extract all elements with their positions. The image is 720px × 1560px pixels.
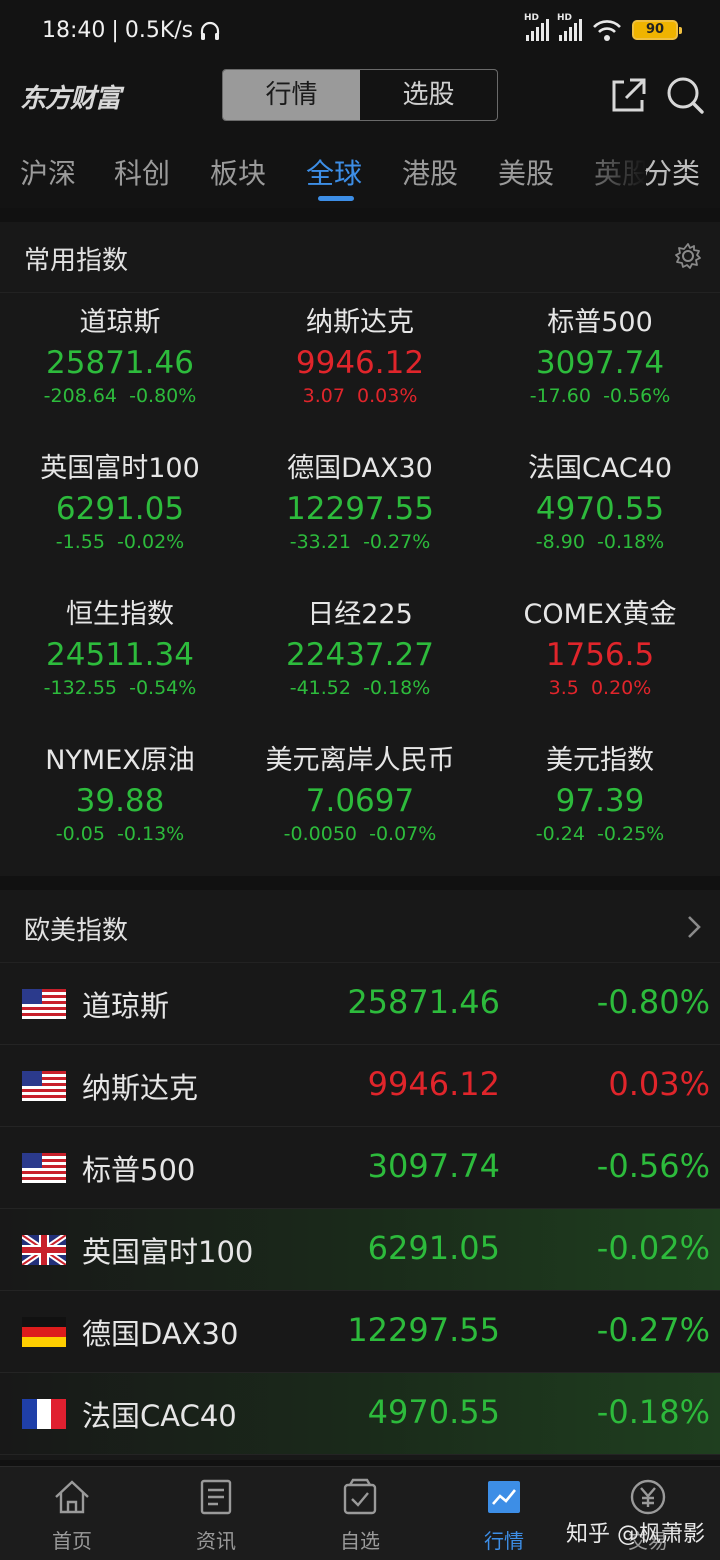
- list-item-sp500[interactable]: 标普500 3097.74 -0.56%: [0, 1127, 720, 1209]
- nav-watchlist[interactable]: 自选: [310, 1477, 410, 1554]
- nav-news[interactable]: 资讯: [166, 1477, 266, 1554]
- us-flag-icon: [22, 989, 66, 1019]
- network-speed: 0.5K/s: [124, 18, 194, 43]
- tab-sector[interactable]: 板块: [210, 152, 266, 192]
- segment-market[interactable]: 行情: [223, 70, 360, 120]
- nav-market[interactable]: 行情: [454, 1477, 554, 1554]
- uk-flag-icon: [22, 1235, 66, 1265]
- watchlist-icon: [343, 1478, 377, 1515]
- us-flag-icon: [22, 1153, 66, 1183]
- headphone-icon: [201, 21, 220, 40]
- index-card-ftse100[interactable]: 英国富时100 6291.05 -1.55 -0.02%: [0, 452, 240, 554]
- tab-us-stocks[interactable]: 美股: [498, 152, 554, 192]
- list-item-nasdaq[interactable]: 纳斯达克 9946.12 0.03%: [0, 1045, 720, 1127]
- index-card-nikkei225[interactable]: 日经225 22437.27 -41.52 -0.18%: [240, 598, 480, 700]
- gear-icon[interactable]: [674, 242, 702, 270]
- market-icon: [488, 1481, 520, 1513]
- watermark: 知乎 @枫萧影: [566, 1522, 705, 1547]
- search-icon[interactable]: [664, 74, 706, 116]
- tab-active-indicator: [318, 196, 354, 201]
- list-item-ftse100[interactable]: 英国富时100 6291.05 -0.02%: [0, 1209, 720, 1291]
- news-icon: [200, 1479, 232, 1515]
- index-card-dow[interactable]: 道琼斯 25871.46 -208.64 -0.80%: [0, 306, 240, 408]
- list-item-dax30[interactable]: 德国DAX30 12297.55 -0.27%: [0, 1291, 720, 1373]
- index-card-dax30[interactable]: 德国DAX30 12297.55 -33.21 -0.27%: [240, 452, 480, 554]
- western-indices-card: 欧美指数 道琼斯 25871.46 -0.80% 纳斯达克 9946.12 0.…: [0, 890, 720, 1460]
- app-logo: 东方财富: [20, 84, 121, 114]
- segment-stock-picker[interactable]: 选股: [360, 70, 497, 120]
- home-icon: [55, 1480, 89, 1514]
- index-card-cac40[interactable]: 法国CAC40 4970.55 -8.90 -0.18%: [480, 452, 720, 554]
- status-bar: 18:40 | 0.5K/s HD HD 90: [0, 0, 720, 66]
- index-card-nasdaq[interactable]: 纳斯达克 9946.12 3.07 0.03%: [240, 306, 480, 408]
- tab-category[interactable]: 分类: [644, 152, 700, 192]
- tab-global[interactable]: 全球: [306, 152, 362, 192]
- germany-flag-icon: [22, 1317, 66, 1347]
- index-card-comex-gold[interactable]: COMEX黄金 1756.5 3.5 0.20%: [480, 598, 720, 700]
- status-time: 18:40: [42, 18, 106, 43]
- list-item-dow[interactable]: 道琼斯 25871.46 -0.80%: [0, 963, 720, 1045]
- index-card-hangseng[interactable]: 恒生指数 24511.34 -132.55 -0.54%: [0, 598, 240, 700]
- market-tabs: 沪深 科创 板块 全球 港股 美股 英股 分类: [0, 132, 720, 208]
- top-segment: 行情 选股: [222, 69, 498, 121]
- index-card-dollar-index[interactable]: 美元指数 97.39 -0.24 -0.25%: [480, 744, 720, 846]
- chevron-right-icon[interactable]: [684, 914, 704, 940]
- tab-hushen[interactable]: 沪深: [20, 152, 76, 192]
- app-header: 东方财富 行情 选股: [0, 66, 720, 132]
- list-item-cac40[interactable]: 法国CAC40 4970.55 -0.18%: [0, 1373, 720, 1455]
- common-indices-title: 常用指数: [24, 246, 129, 276]
- us-flag-icon: [22, 1071, 66, 1101]
- index-card-nymex-oil[interactable]: NYMEX原油 39.88 -0.05 -0.13%: [0, 744, 240, 846]
- tab-hk-stocks[interactable]: 港股: [402, 152, 458, 192]
- tab-kechuang[interactable]: 科创: [114, 152, 170, 192]
- trade-icon: [630, 1479, 666, 1515]
- index-card-sp500[interactable]: 标普500 3097.74 -17.60 -0.56%: [480, 306, 720, 408]
- index-card-usdcnh[interactable]: 美元离岸人民币 7.0697 -0.0050 -0.07%: [240, 744, 480, 846]
- signal-icon-1: HD: [524, 13, 549, 41]
- western-indices-title: 欧美指数: [24, 916, 129, 946]
- battery-icon: 90: [632, 20, 682, 40]
- nav-home[interactable]: 首页: [22, 1477, 122, 1554]
- common-indices-card: 常用指数 道琼斯 25871.46 -208.64 -0.80% 纳斯达克 99…: [0, 222, 720, 876]
- tab-fade: [586, 142, 646, 198]
- share-icon[interactable]: [608, 74, 650, 116]
- signal-icon-2: HD: [557, 13, 582, 41]
- wifi-icon: [593, 20, 621, 41]
- france-flag-icon: [22, 1399, 66, 1429]
